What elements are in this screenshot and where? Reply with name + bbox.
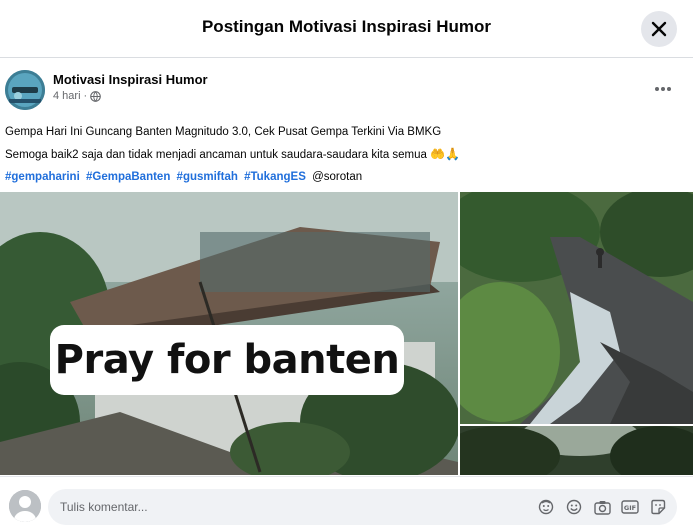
photo-road[interactable]	[460, 192, 693, 424]
camera-icon	[593, 500, 611, 515]
close-button[interactable]	[641, 11, 677, 47]
post-line-2-text: Semoga baik2 saja dan tidak menjadi anca…	[5, 149, 427, 161]
sticker-button[interactable]	[649, 497, 667, 517]
mention-text: @sorotan	[312, 171, 363, 183]
post-meta: 4 hari ·	[53, 90, 102, 102]
gif-icon: GIF	[621, 500, 639, 514]
post-time[interactable]: 4 hari	[53, 90, 81, 102]
pray-caption-box: Pray for banten	[50, 325, 404, 395]
avatar-sticker-button[interactable]	[537, 497, 555, 517]
post-line-1: Gempa Hari Ini Guncang Banten Magnitudo …	[5, 126, 442, 138]
photo-third-image	[460, 426, 693, 475]
hashtag-link[interactable]: #GempaBanten	[86, 171, 170, 183]
avatar-image	[5, 70, 45, 110]
comment-bar: Tulis komentar... GIF	[0, 476, 693, 532]
photo-road-image	[460, 192, 693, 424]
more-horizontal-icon	[655, 87, 671, 91]
meta-separator: ·	[83, 90, 88, 102]
post-hashtags: #gempaharini #GempaBanten #gusmiftah #Tu…	[5, 166, 685, 188]
post-header: Motivasi Inspirasi Humor 4 hari ·	[0, 59, 693, 119]
photo-button[interactable]	[593, 497, 611, 517]
photo-main[interactable]: Pray for banten	[0, 192, 458, 475]
comment-placeholder: Tulis komentar...	[60, 500, 148, 514]
comment-input[interactable]: Tulis komentar... GIF	[48, 489, 677, 525]
emoji-icon	[566, 499, 582, 515]
emoji-button[interactable]	[565, 497, 583, 517]
hashtag-link[interactable]: #gempaharini	[5, 171, 80, 183]
sticker-icon	[538, 499, 554, 515]
pray-caption: Pray for banten	[54, 337, 400, 383]
post-line-2: Semoga baik2 saja dan tidak menjadi anca…	[5, 143, 685, 166]
comment-tools: GIF	[537, 497, 667, 517]
default-avatar-icon	[9, 490, 41, 522]
sticker-alt-icon	[651, 499, 666, 515]
post-body: Gempa Hari Ini Guncang Banten Magnitudo …	[5, 121, 685, 188]
photo-gallery: Pray for banten	[0, 192, 693, 475]
gif-button[interactable]: GIF	[621, 497, 639, 517]
hashtag-link[interactable]: #TukangES	[244, 171, 306, 183]
more-options-button[interactable]	[648, 77, 678, 101]
post-author[interactable]: Motivasi Inspirasi Humor	[53, 72, 208, 87]
svg-text:GIF: GIF	[624, 504, 636, 512]
page-avatar[interactable]	[5, 70, 45, 110]
globe-icon	[90, 90, 102, 102]
hashtag-link[interactable]: #gusmiftah	[177, 171, 238, 183]
dialog-title: Postingan Motivasi Inspirasi Humor	[201, 17, 492, 36]
close-icon	[651, 21, 667, 37]
dialog-header: Postingan Motivasi Inspirasi Humor	[0, 0, 693, 58]
user-avatar[interactable]	[9, 490, 41, 522]
photo-third[interactable]	[460, 426, 693, 475]
pray-emoji: 🤲🙏	[430, 147, 461, 161]
